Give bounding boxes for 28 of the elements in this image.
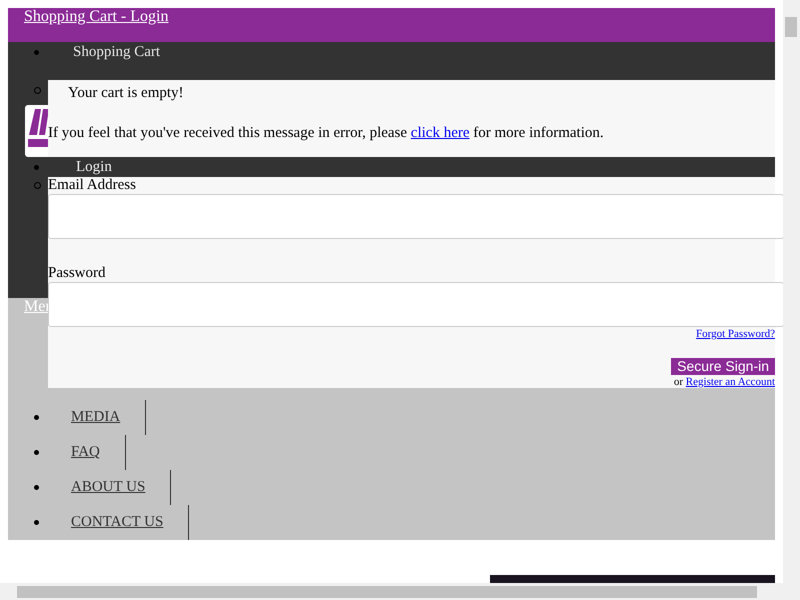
menu-link[interactable]: FAQ bbox=[71, 435, 126, 470]
password-input-field[interactable] bbox=[48, 282, 783, 328]
email-input-field[interactable] bbox=[48, 194, 783, 239]
vertical-scrollbar[interactable] bbox=[783, 0, 800, 583]
account-menu-link[interactable]: Shopping Cart bbox=[73, 44, 160, 60]
register-link[interactable]: Register an Account bbox=[686, 376, 775, 388]
menu-link[interactable]: CONTACT US bbox=[71, 505, 190, 540]
bullet-icon bbox=[34, 164, 39, 170]
forgot-password-link[interactable]: Forgot Password? bbox=[696, 328, 775, 340]
bullet-icon bbox=[34, 50, 39, 54]
cart-empty-message: Your cart is empty! bbox=[68, 84, 185, 103]
bullet-icon bbox=[34, 485, 39, 490]
bullet-icon bbox=[34, 450, 39, 455]
or-text: or bbox=[674, 376, 684, 388]
account-menu-link[interactable]: Login bbox=[76, 158, 112, 176]
error-note: If you feel that you've received this message in error, please click here for more information. bbox=[48, 124, 605, 143]
password-label: Password bbox=[48, 265, 107, 282]
bullet-icon bbox=[34, 86, 41, 94]
bullet-icon bbox=[34, 182, 41, 188]
menu-link[interactable]: MEDIA bbox=[71, 400, 146, 435]
email-label: Email Address bbox=[48, 177, 137, 194]
secure-sign-in-button[interactable]: Secure Sign-in bbox=[671, 358, 775, 376]
horizontal-scrollbar[interactable] bbox=[0, 583, 800, 600]
page-title-link[interactable]: Shopping Cart - Login bbox=[24, 8, 168, 25]
click-here-link[interactable]: click here bbox=[410, 125, 470, 141]
menu-link[interactable]: ABOUT US bbox=[71, 470, 172, 505]
bullet-icon bbox=[34, 520, 39, 525]
bullet-icon bbox=[34, 415, 39, 420]
